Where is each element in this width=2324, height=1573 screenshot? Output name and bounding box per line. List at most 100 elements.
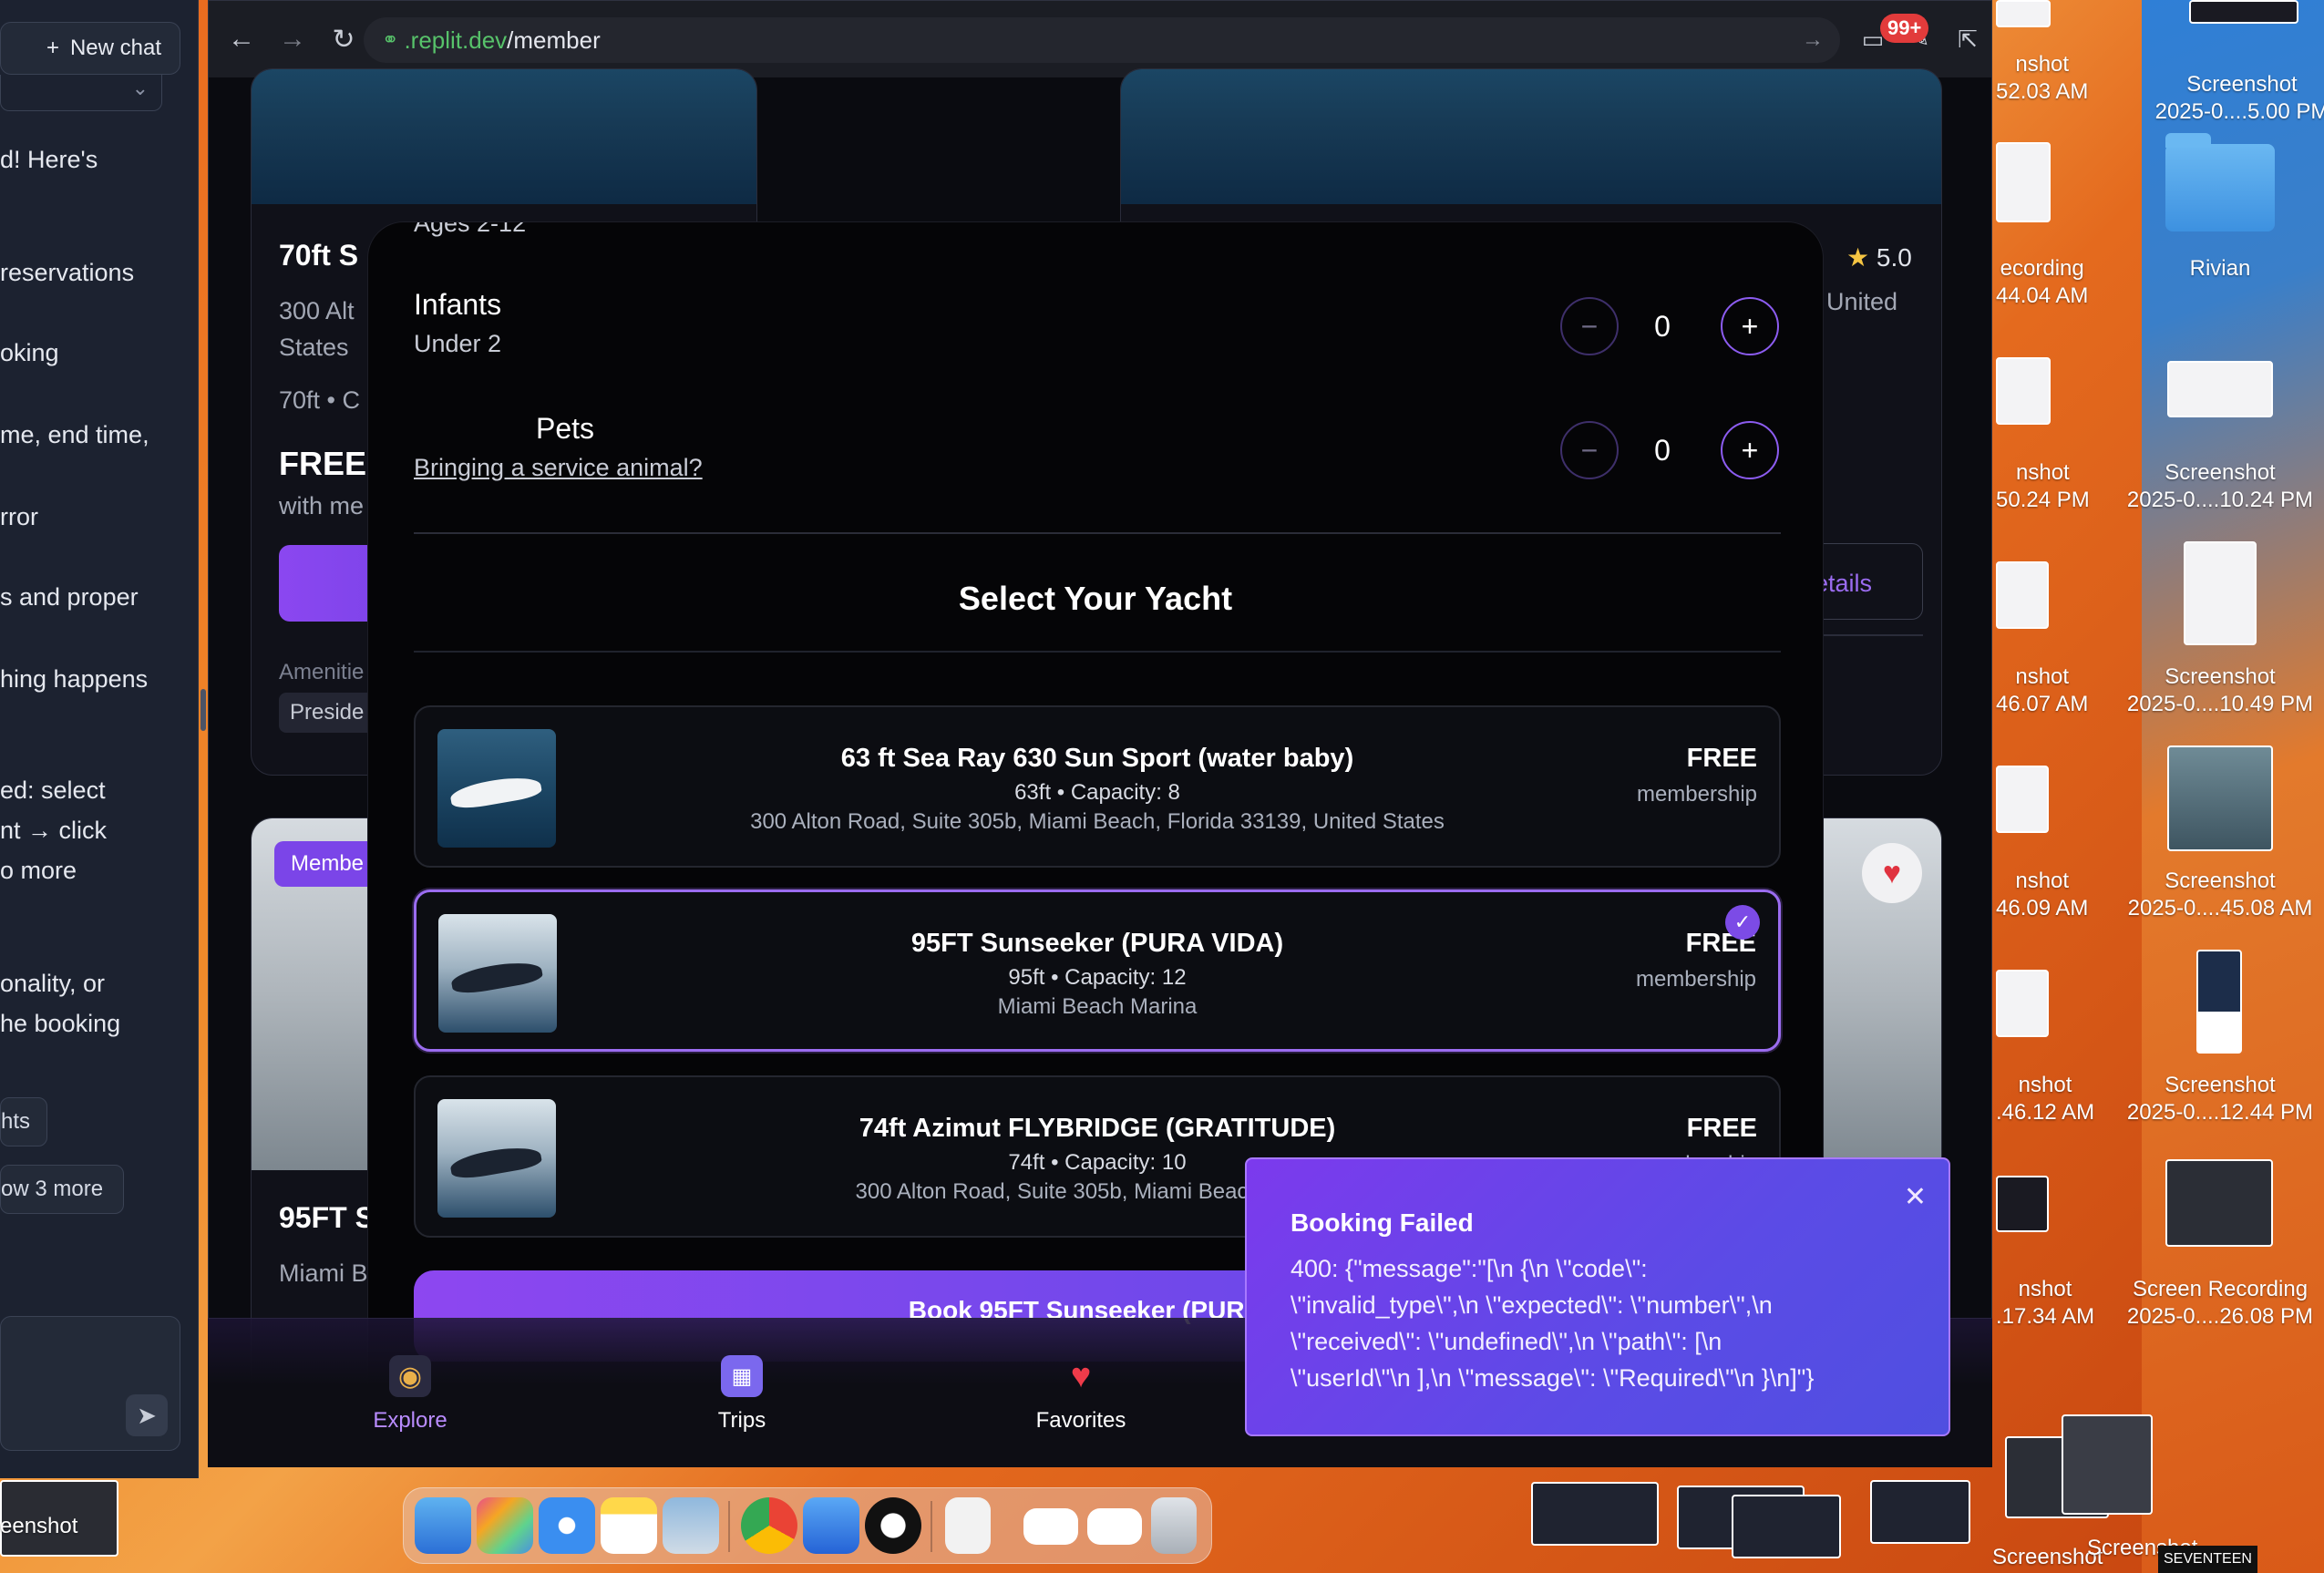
check-icon: ✓ (1725, 905, 1760, 940)
notification-badge: 99+ (1880, 14, 1929, 43)
launchpad-icon[interactable] (477, 1497, 533, 1554)
desktop-file[interactable]: SEVENTEEN (2158, 1546, 2257, 1573)
window-icon[interactable] (1023, 1508, 1078, 1545)
chat-panel: + New chat ⌄ d! Here's reservations okin… (0, 0, 206, 1478)
captain-hat-icon: ◉ (389, 1355, 431, 1397)
reload-icon[interactable]: ↻ (324, 19, 364, 59)
chat-dropdown[interactable]: ⌄ (0, 75, 162, 111)
desktop-file[interactable]: eenshot (0, 1513, 77, 1540)
toast-message: 400: {"message":"[\n {\n \"code\": \"inv… (1291, 1255, 1815, 1392)
desktop-file[interactable]: nshot 46.07 AM (1996, 663, 2088, 718)
chat-message-line: oking (0, 339, 59, 366)
yacht-option-selected[interactable]: 95FT Sunseeker (PURA VIDA) 95ft • Capaci… (414, 889, 1781, 1052)
desktop-thumb (1996, 142, 2051, 222)
window-icon[interactable] (1087, 1508, 1142, 1545)
nav-favorites[interactable]: ♥ Favorites (1017, 1355, 1145, 1434)
member-tag: Membe (274, 841, 381, 887)
folder-icon[interactable] (2165, 133, 2275, 231)
service-animal-link[interactable]: Bringing a service animal? (414, 454, 703, 482)
desktop-thumb (2189, 0, 2298, 24)
desktop-thumb (1996, 357, 2051, 425)
desktop-file[interactable]: ecording 44.04 AM (1996, 255, 2088, 310)
trash-icon[interactable] (1151, 1497, 1197, 1554)
dock-separator (728, 1501, 730, 1552)
rating: ★ 5.0 (1846, 243, 1912, 272)
yacht-image (252, 69, 756, 204)
chat-message-line: onality, or (0, 970, 106, 997)
desktop-file[interactable]: Screenshot 2025-0....45.08 AM (2114, 868, 2324, 922)
desktop-thumb (1996, 0, 2051, 27)
desktop-thumb (2062, 1414, 2153, 1515)
desktop-file[interactable]: Screenshot 2025-0....10.24 PM (2114, 459, 2324, 514)
desktop-file[interactable]: nshot .46.12 AM (1996, 1072, 2094, 1126)
desktop-file[interactable]: nshot .17.34 AM (1996, 1276, 2094, 1331)
steering-wheel-icon[interactable] (865, 1497, 921, 1554)
chat-message-line: nt → click (0, 817, 108, 844)
desktop-thumb (1996, 766, 2049, 833)
infants-sub: Under 2 (414, 330, 502, 357)
finder-icon[interactable] (415, 1497, 471, 1554)
desktop-thumb (1996, 1176, 2049, 1232)
divider (414, 651, 1781, 653)
scrollbar[interactable] (201, 689, 206, 731)
desktop-file[interactable]: Screenshot 2025-0....10.49 PM (2114, 663, 2324, 718)
plus-icon: + (46, 36, 59, 60)
nav-trips[interactable]: ▦ Trips (678, 1355, 806, 1434)
infants-label: Infants (414, 288, 502, 321)
desktop-file[interactable]: Screenshot 2025-0....12.44 PM (2114, 1072, 2324, 1126)
desktop-file[interactable]: Screenshot 2025-0....5.00 PM (2136, 71, 2324, 126)
pets-plus-button[interactable]: + (1721, 421, 1779, 479)
desktop-thumb (1996, 970, 2049, 1037)
dock (403, 1487, 1212, 1564)
pets-count: 0 (1654, 434, 1671, 467)
desktop-file[interactable]: nshot 52.03 AM (1996, 51, 2088, 106)
chat-message-line: hing happens (0, 665, 149, 693)
infants-plus-button[interactable]: + (1721, 297, 1779, 355)
desktop-file[interactable]: Screen Recording 2025-0....26.08 PM (2114, 1276, 2324, 1331)
pets-label: Pets (536, 412, 595, 445)
chat-message-line: s and proper (0, 583, 139, 611)
desktop-thumb (2196, 950, 2242, 1054)
show-more-button[interactable]: ow 3 more (0, 1165, 124, 1214)
chat-message-line: o more (0, 857, 77, 884)
infants-minus-button[interactable]: − (1560, 297, 1619, 355)
nav-explore[interactable]: ◉ Explore (346, 1355, 474, 1434)
yacht-option[interactable]: 63 ft Sea Ray 630 Sun Sport (water baby)… (414, 705, 1781, 868)
yacht-image (1121, 69, 1941, 204)
go-icon[interactable]: → (1802, 27, 1824, 53)
document-icon[interactable] (945, 1497, 991, 1554)
mail-icon[interactable] (803, 1497, 859, 1554)
chat-chip[interactable]: hts (0, 1097, 47, 1146)
open-external-icon[interactable]: ⇱ (1948, 19, 1988, 59)
desktop-folder[interactable]: Rivian (2184, 255, 2257, 283)
chevron-down-icon: ⌄ (131, 77, 149, 99)
desktop-thumb (1732, 1495, 1841, 1558)
safari-icon[interactable] (539, 1497, 595, 1554)
forward-icon[interactable]: → (273, 19, 313, 59)
back-icon[interactable]: ← (221, 19, 262, 59)
chat-message-line: ed: select (0, 776, 106, 804)
desktop-thumb (1531, 1482, 1659, 1546)
toast-title: Booking Failed (1291, 1208, 1474, 1237)
pets-minus-button[interactable]: − (1560, 421, 1619, 479)
address-bar[interactable]: ⚭ .replit.dev/member → (364, 17, 1840, 63)
select-yacht-title: Select Your Yacht (958, 580, 1233, 617)
amenity-chip: Preside (279, 693, 375, 733)
desktop-file[interactable]: nshot 50.24 PM (1996, 459, 2090, 514)
link-icon: ⚭ (382, 28, 399, 51)
send-icon[interactable]: ➤ (126, 1394, 168, 1436)
chat-message-line: he booking (0, 1010, 121, 1037)
chat-message-line: reservations (0, 259, 135, 286)
calendar-icon: ▦ (721, 1355, 763, 1397)
new-chat-button[interactable]: + New chat (0, 22, 180, 75)
dock-separator (931, 1501, 932, 1552)
desktop-thumb (2165, 1159, 2273, 1247)
notes-icon[interactable] (601, 1497, 657, 1554)
desktop-thumb (2167, 745, 2273, 851)
favorite-heart-icon[interactable]: ♥ (1862, 843, 1922, 903)
chrome-icon[interactable] (741, 1497, 797, 1554)
preview-icon[interactable] (663, 1497, 719, 1554)
close-icon[interactable]: ✕ (1904, 1181, 1927, 1213)
desktop-thumb (2184, 541, 2257, 645)
desktop-file[interactable]: nshot 46.09 AM (1996, 868, 2088, 922)
